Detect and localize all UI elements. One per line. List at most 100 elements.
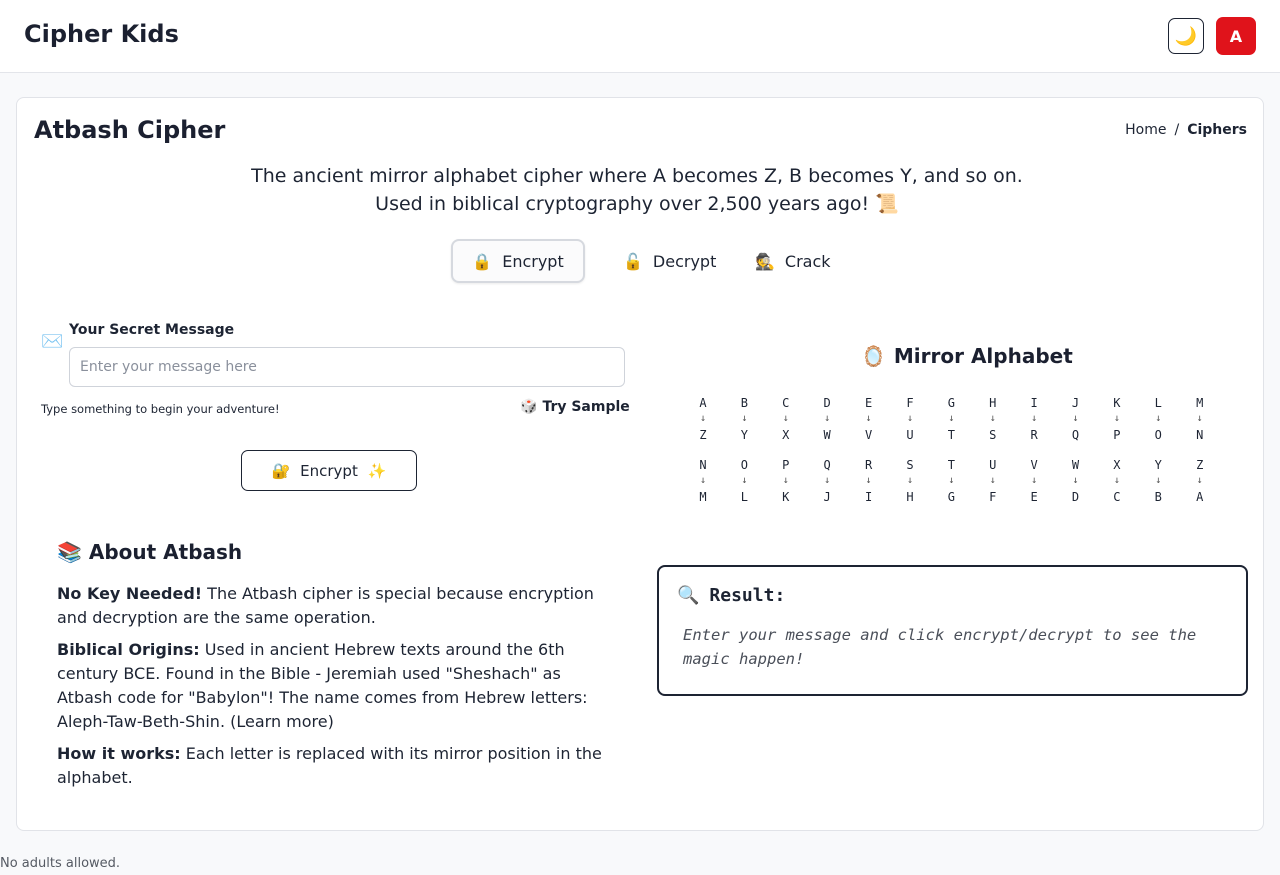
message-input[interactable]: [69, 347, 625, 387]
about-item: Biblical Origins: Used in ancient Hebrew…: [57, 638, 602, 734]
mirror-row: A ↓ Z B ↓ Y C ↓ X D ↓ W E ↓ V F ↓ U G ↓ T H ↓ S I ↓ R J ↓ Q K ↓ P L ↓ O M ↓ N: [693, 395, 1213, 443]
cipher-letter: D: [1071, 490, 1080, 504]
arrow-down-icon: ↓: [906, 413, 913, 424]
arrow-down-icon: ↓: [989, 475, 996, 486]
arrow-down-icon: ↓: [699, 413, 707, 424]
plain-letter: N: [699, 458, 707, 472]
magnifier-icon: 🔍: [677, 585, 700, 606]
plain-letter: G: [947, 396, 955, 410]
letter-pair: C ↓ X: [776, 395, 796, 443]
cipher-letter: U: [906, 428, 914, 442]
input-hint: Type something to begin your adventure!: [41, 402, 280, 416]
result-heading: 🔍 Result:: [677, 585, 785, 606]
plain-letter: O: [740, 458, 748, 472]
about-item-heading: How it works:: [57, 744, 181, 763]
plain-letter: R: [864, 458, 873, 472]
arrow-down-icon: ↓: [989, 413, 996, 424]
cipher-letter: W: [823, 428, 831, 442]
letter-pair: D ↓ W: [817, 395, 837, 443]
cipher-letter: R: [1030, 428, 1038, 442]
arrow-down-icon: ↓: [741, 413, 748, 424]
letter-pair: S ↓ H: [900, 457, 920, 505]
cipher-letter: S: [989, 428, 997, 442]
try-sample-button[interactable]: 🎲 Try Sample: [520, 399, 630, 415]
tab-decrypt[interactable]: 🔓 Decrypt: [601, 239, 738, 283]
breadcrumb-current[interactable]: Ciphers: [1187, 122, 1247, 138]
cipher-letter: T: [947, 428, 955, 442]
arrow-down-icon: ↓: [741, 475, 748, 486]
cipher-letter: A: [1196, 490, 1204, 504]
letter-pair: B ↓ Y: [734, 395, 754, 443]
letter-pair: T ↓ G: [941, 457, 961, 505]
letter-pair: V ↓ E: [1024, 457, 1044, 505]
arrow-down-icon: ↓: [1155, 413, 1162, 424]
plain-letter: C: [782, 396, 790, 410]
cipher-letter: Z: [699, 428, 707, 442]
cipher-description: The ancient mirror alphabet cipher where…: [251, 165, 1023, 215]
plain-letter: A: [699, 396, 707, 410]
cipher-letter: X: [782, 428, 790, 442]
detective-icon: 🕵️: [755, 251, 775, 271]
plain-letter: P: [782, 458, 790, 472]
arrow-down-icon: ↓: [782, 475, 789, 486]
breadcrumb-home-link[interactable]: Home: [1125, 122, 1166, 138]
arrow-down-icon: ↓: [948, 413, 955, 424]
about-title: 📚 About Atbash: [57, 540, 243, 564]
plain-letter: V: [1030, 458, 1038, 472]
letter-pair: N ↓ M: [693, 457, 713, 505]
footer-text: No adults allowed.: [0, 856, 121, 871]
arrow-down-icon: ↓: [782, 413, 789, 424]
top-navbar: Cipher Kids 🌙 A: [0, 0, 1280, 73]
try-sample-label: Try Sample: [542, 399, 630, 415]
mirror-icon: 🪞: [861, 344, 886, 368]
arrow-down-icon: ↓: [1031, 413, 1038, 424]
letter-pair: M ↓ N: [1190, 395, 1210, 443]
arrow-down-icon: ↓: [1113, 413, 1120, 424]
cipher-letter: Q: [1071, 428, 1080, 442]
brand-logo[interactable]: Cipher Kids: [24, 20, 179, 48]
letter-pair: W ↓ D: [1066, 457, 1086, 505]
plain-letter: F: [906, 396, 914, 410]
plain-letter: Q: [823, 458, 831, 472]
letter-pair: U ↓ F: [983, 457, 1003, 505]
mirror-title-text: Mirror Alphabet: [893, 344, 1073, 368]
arrow-down-icon: ↓: [1072, 413, 1079, 424]
breadcrumb-separator: /: [1174, 122, 1180, 138]
breadcrumb: Home / Ciphers: [1125, 122, 1247, 138]
arrow-down-icon: ↓: [1196, 475, 1203, 486]
cipher-letter: C: [1113, 490, 1121, 504]
arrow-down-icon: ↓: [824, 475, 831, 486]
letter-pair: Z ↓ A: [1190, 457, 1210, 505]
letter-pair: O ↓ L: [734, 457, 754, 505]
cipher-letter: F: [989, 490, 997, 504]
tab-label: Encrypt: [502, 251, 564, 271]
plain-letter: M: [1196, 396, 1204, 410]
cipher-letter: O: [1154, 428, 1162, 442]
cipher-letter: E: [1030, 490, 1038, 504]
about-item-heading: Biblical Origins:: [57, 640, 200, 659]
arrow-down-icon: ↓: [865, 475, 872, 486]
result-title: Result:: [709, 585, 786, 606]
plain-letter: W: [1071, 458, 1080, 472]
cipher-letter: I: [864, 490, 873, 504]
cipher-letter: M: [699, 490, 707, 504]
cipher-letter: N: [1196, 428, 1204, 442]
user-avatar-button[interactable]: A: [1216, 17, 1256, 55]
tab-encrypt[interactable]: 🔒 Encrypt: [451, 239, 585, 283]
cipher-letter: V: [864, 428, 873, 442]
encrypt-button-label: Encrypt: [300, 461, 358, 480]
encrypt-button[interactable]: 🔐 Encrypt ✨: [241, 450, 417, 491]
arrow-down-icon: ↓: [824, 413, 831, 424]
letter-pair: Y ↓ B: [1148, 457, 1168, 505]
letter-pair: X ↓ C: [1107, 457, 1127, 505]
plain-letter: Y: [1154, 458, 1162, 472]
cipher-letter: L: [740, 490, 748, 504]
plain-letter: S: [906, 458, 914, 472]
theme-toggle-button[interactable]: 🌙: [1168, 18, 1204, 54]
tab-label: Decrypt: [652, 251, 717, 271]
tab-crack[interactable]: 🕵️ Crack: [733, 239, 853, 283]
plain-letter: D: [823, 396, 831, 410]
letter-pair: F ↓ U: [900, 395, 920, 443]
arrow-down-icon: ↓: [1155, 475, 1162, 486]
cipher-letter: J: [823, 490, 831, 504]
